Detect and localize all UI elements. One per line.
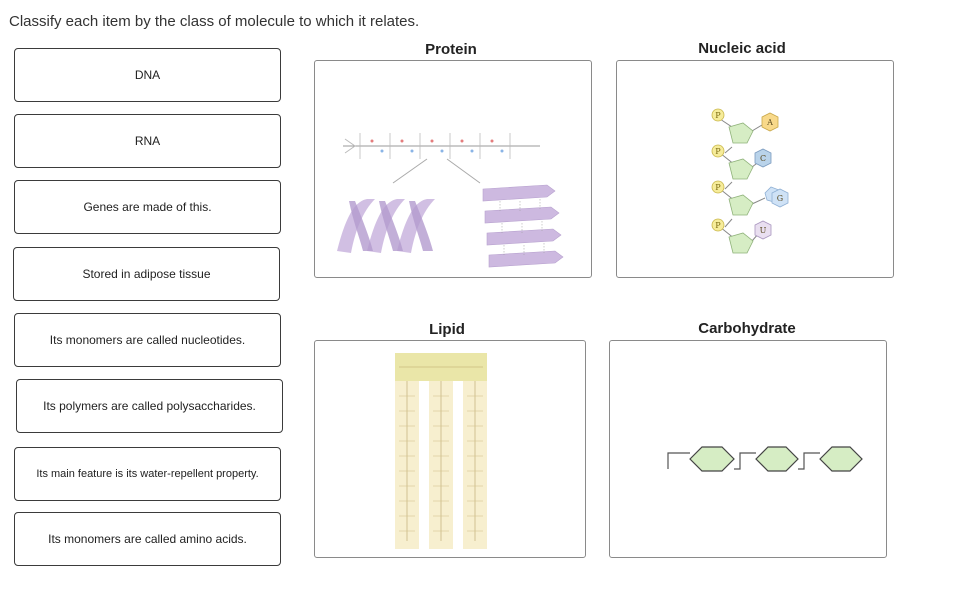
draggable-item-polysaccharides[interactable]: Its polymers are called polysaccharides. xyxy=(16,379,283,433)
phosphate-label: P xyxy=(715,183,721,192)
drop-zone-nucleic-acid[interactable]: P P P P A C G U xyxy=(616,60,894,278)
item-label: DNA xyxy=(134,68,161,82)
nucleic-acid-structure-illustration: P P P P A C G U xyxy=(711,108,789,254)
lipid-structure-illustration xyxy=(395,353,487,549)
draggable-item-genes[interactable]: Genes are made of this. xyxy=(14,180,281,234)
draggable-item-amino-acids[interactable]: Its monomers are called amino acids. xyxy=(14,512,281,566)
item-label: Genes are made of this. xyxy=(83,200,212,214)
carbohydrate-structure-illustration xyxy=(667,446,863,472)
base-label-g: G xyxy=(777,194,783,203)
draggable-item-rna[interactable]: RNA xyxy=(14,114,281,168)
drop-zone-carbohydrate[interactable] xyxy=(609,340,887,558)
protein-structure-illustration xyxy=(337,133,564,268)
item-label: Its main feature is its water-repellent … xyxy=(36,468,259,480)
instruction-text: Classify each item by the class of molec… xyxy=(9,13,420,30)
phosphate-label: P xyxy=(715,147,721,156)
phosphate-label: P xyxy=(715,111,721,120)
draggable-item-adipose[interactable]: Stored in adipose tissue xyxy=(13,247,280,301)
item-label: Stored in adipose tissue xyxy=(82,267,211,281)
zone-label-carbohydrate: Carbohydrate xyxy=(698,320,796,337)
drop-zone-lipid[interactable] xyxy=(314,340,586,558)
zone-label-protein: Protein xyxy=(425,41,477,58)
zone-label-nucleic-acid: Nucleic acid xyxy=(698,40,786,57)
draggable-item-dna[interactable]: DNA xyxy=(14,48,281,102)
item-label: Its polymers are called polysaccharides. xyxy=(43,399,256,413)
base-label-a: A xyxy=(766,118,773,127)
zone-label-lipid: Lipid xyxy=(429,321,465,338)
base-label-u: U xyxy=(760,226,767,235)
drop-zone-protein[interactable] xyxy=(314,60,592,278)
draggable-item-water-repellent[interactable]: Its main feature is its water-repellent … xyxy=(14,447,281,501)
draggable-item-nucleotides[interactable]: Its monomers are called nucleotides. xyxy=(14,313,281,367)
item-label: Its monomers are called nucleotides. xyxy=(49,333,246,347)
item-label: Its monomers are called amino acids. xyxy=(48,532,247,546)
base-label-c: C xyxy=(760,154,766,163)
item-label: RNA xyxy=(134,134,161,148)
phosphate-group xyxy=(711,108,725,232)
phosphate-label: P xyxy=(715,221,721,230)
